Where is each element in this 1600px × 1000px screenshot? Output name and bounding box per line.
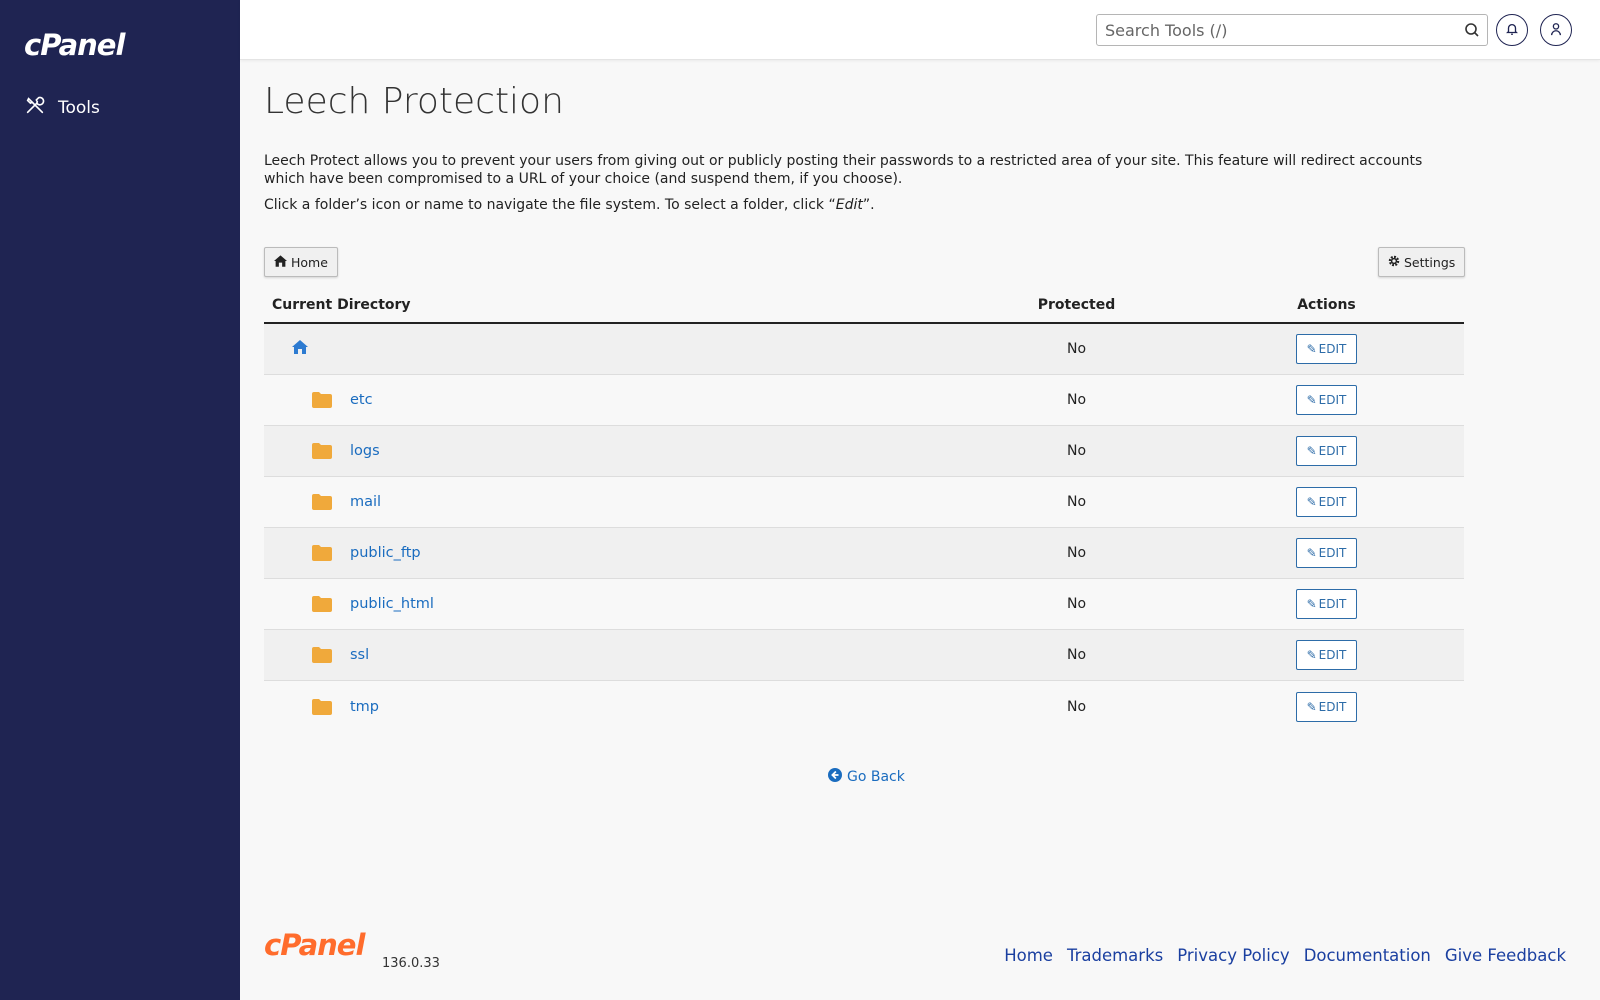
top-header xyxy=(240,0,1600,60)
search-box xyxy=(1096,14,1488,46)
instruction-text: Click a folder’s icon or name to navigat… xyxy=(264,197,875,213)
edit-button[interactable]: ✎ EDIT xyxy=(1295,334,1358,364)
table-row: logs No ✎ EDIT xyxy=(264,426,1464,477)
table-row: public_ftp No ✎ EDIT xyxy=(264,528,1464,579)
folder-icon[interactable] xyxy=(312,392,332,408)
protected-status: No xyxy=(1066,443,1087,459)
folder-link[interactable]: public_ftp xyxy=(350,545,421,561)
protected-status: No xyxy=(1066,341,1087,357)
folder-icon[interactable] xyxy=(312,596,332,612)
protected-status: No xyxy=(1066,392,1087,408)
folder-icon[interactable] xyxy=(312,545,332,561)
search-icon[interactable] xyxy=(1457,15,1487,45)
home-button[interactable]: Home xyxy=(264,247,338,277)
footer-link-documentation[interactable]: Documentation xyxy=(1304,946,1431,965)
pencil-icon: ✎ xyxy=(1306,342,1317,356)
user-menu-button[interactable] xyxy=(1540,14,1572,46)
table-row: etc No ✎ EDIT xyxy=(264,375,1464,426)
version-text: 136.0.33 xyxy=(382,956,440,971)
arrow-circle-left-icon xyxy=(828,768,842,786)
folder-icon[interactable] xyxy=(312,698,332,715)
protected-status: No xyxy=(1066,698,1087,715)
table-row: ssl No ✎ EDIT xyxy=(264,630,1464,681)
table-row: No ✎ EDIT xyxy=(264,324,1464,375)
settings-button-label: Settings xyxy=(1404,254,1456,270)
protected-status: No xyxy=(1066,647,1087,663)
table-row: public_html No ✎ EDIT xyxy=(264,579,1464,630)
pencil-icon: ✎ xyxy=(1306,699,1317,714)
table-row: tmp No ✎ EDIT xyxy=(264,681,1464,732)
footer-link-home[interactable]: Home xyxy=(1004,946,1053,965)
folder-link[interactable]: ssl xyxy=(350,647,369,663)
pencil-icon: ✎ xyxy=(1306,444,1317,458)
column-header-directory: Current Directory xyxy=(272,297,411,313)
pencil-icon: ✎ xyxy=(1306,393,1317,407)
folder-link[interactable]: tmp xyxy=(350,699,379,715)
directory-table: Current Directory Protected Actions No ✎… xyxy=(264,288,1464,732)
edit-button[interactable]: ✎ EDIT xyxy=(1295,436,1358,466)
search-input[interactable] xyxy=(1097,15,1457,45)
column-header-actions: Actions xyxy=(1297,297,1356,313)
folder-icon[interactable] xyxy=(312,494,332,510)
table-body: No ✎ EDIT etc No ✎ EDIT logs No ✎ EDIT m… xyxy=(264,324,1464,732)
page-description: Leech Protect allows you to prevent your… xyxy=(264,153,1423,187)
edit-button[interactable]: ✎ EDIT xyxy=(1295,589,1358,619)
table-row: mail No ✎ EDIT xyxy=(264,477,1464,528)
sidebar: cPanel Tools xyxy=(0,0,240,1000)
cpanel-logo[interactable]: cPanel xyxy=(24,28,125,62)
edit-button[interactable]: ✎ EDIT xyxy=(1295,487,1358,517)
footer-link-trademarks[interactable]: Trademarks xyxy=(1067,946,1163,965)
folder-link[interactable]: logs xyxy=(350,443,380,459)
footer-link-give-feedback[interactable]: Give Feedback xyxy=(1445,946,1566,965)
table-header: Current Directory Protected Actions xyxy=(264,288,1464,324)
pencil-icon: ✎ xyxy=(1306,495,1317,509)
settings-button[interactable]: Settings xyxy=(1378,247,1466,277)
edit-button[interactable]: ✎ EDIT xyxy=(1295,538,1358,568)
footer-links: Home Trademarks Privacy Policy Documenta… xyxy=(1004,946,1566,965)
edit-button[interactable]: ✎ EDIT xyxy=(1295,640,1358,670)
column-header-protected: Protected xyxy=(1037,297,1116,313)
edit-button[interactable]: ✎ EDIT xyxy=(1295,691,1358,722)
protected-status: No xyxy=(1066,545,1087,561)
folder-link[interactable]: etc xyxy=(350,392,373,408)
notifications-button[interactable] xyxy=(1496,14,1528,46)
page-title: Leech Protection xyxy=(264,81,564,122)
protected-status: No xyxy=(1066,596,1087,612)
gear-icon xyxy=(1388,255,1400,270)
edit-button[interactable]: ✎ EDIT xyxy=(1295,385,1358,415)
folder-icon[interactable] xyxy=(312,443,332,459)
pencil-icon: ✎ xyxy=(1306,597,1317,611)
protected-status: No xyxy=(1066,494,1087,510)
folder-link[interactable]: public_html xyxy=(350,596,434,612)
sidebar-item-label: Tools xyxy=(58,97,100,118)
sidebar-item-tools[interactable]: Tools xyxy=(24,94,100,121)
tools-icon xyxy=(24,94,46,121)
bell-icon xyxy=(1505,21,1519,40)
folder-link[interactable]: mail xyxy=(350,494,381,510)
user-icon xyxy=(1549,21,1563,40)
footer-cpanel-logo: cPanel xyxy=(264,928,365,962)
home-folder-icon[interactable] xyxy=(292,340,308,358)
pencil-icon: ✎ xyxy=(1306,648,1317,662)
folder-icon[interactable] xyxy=(312,647,332,663)
pencil-icon: ✎ xyxy=(1306,546,1317,560)
go-back-label: Go Back xyxy=(847,769,905,785)
go-back-link[interactable]: Go Back xyxy=(828,768,905,786)
footer-link-privacy-policy[interactable]: Privacy Policy xyxy=(1177,946,1289,965)
home-button-label: Home xyxy=(291,254,328,270)
home-icon xyxy=(274,254,287,270)
